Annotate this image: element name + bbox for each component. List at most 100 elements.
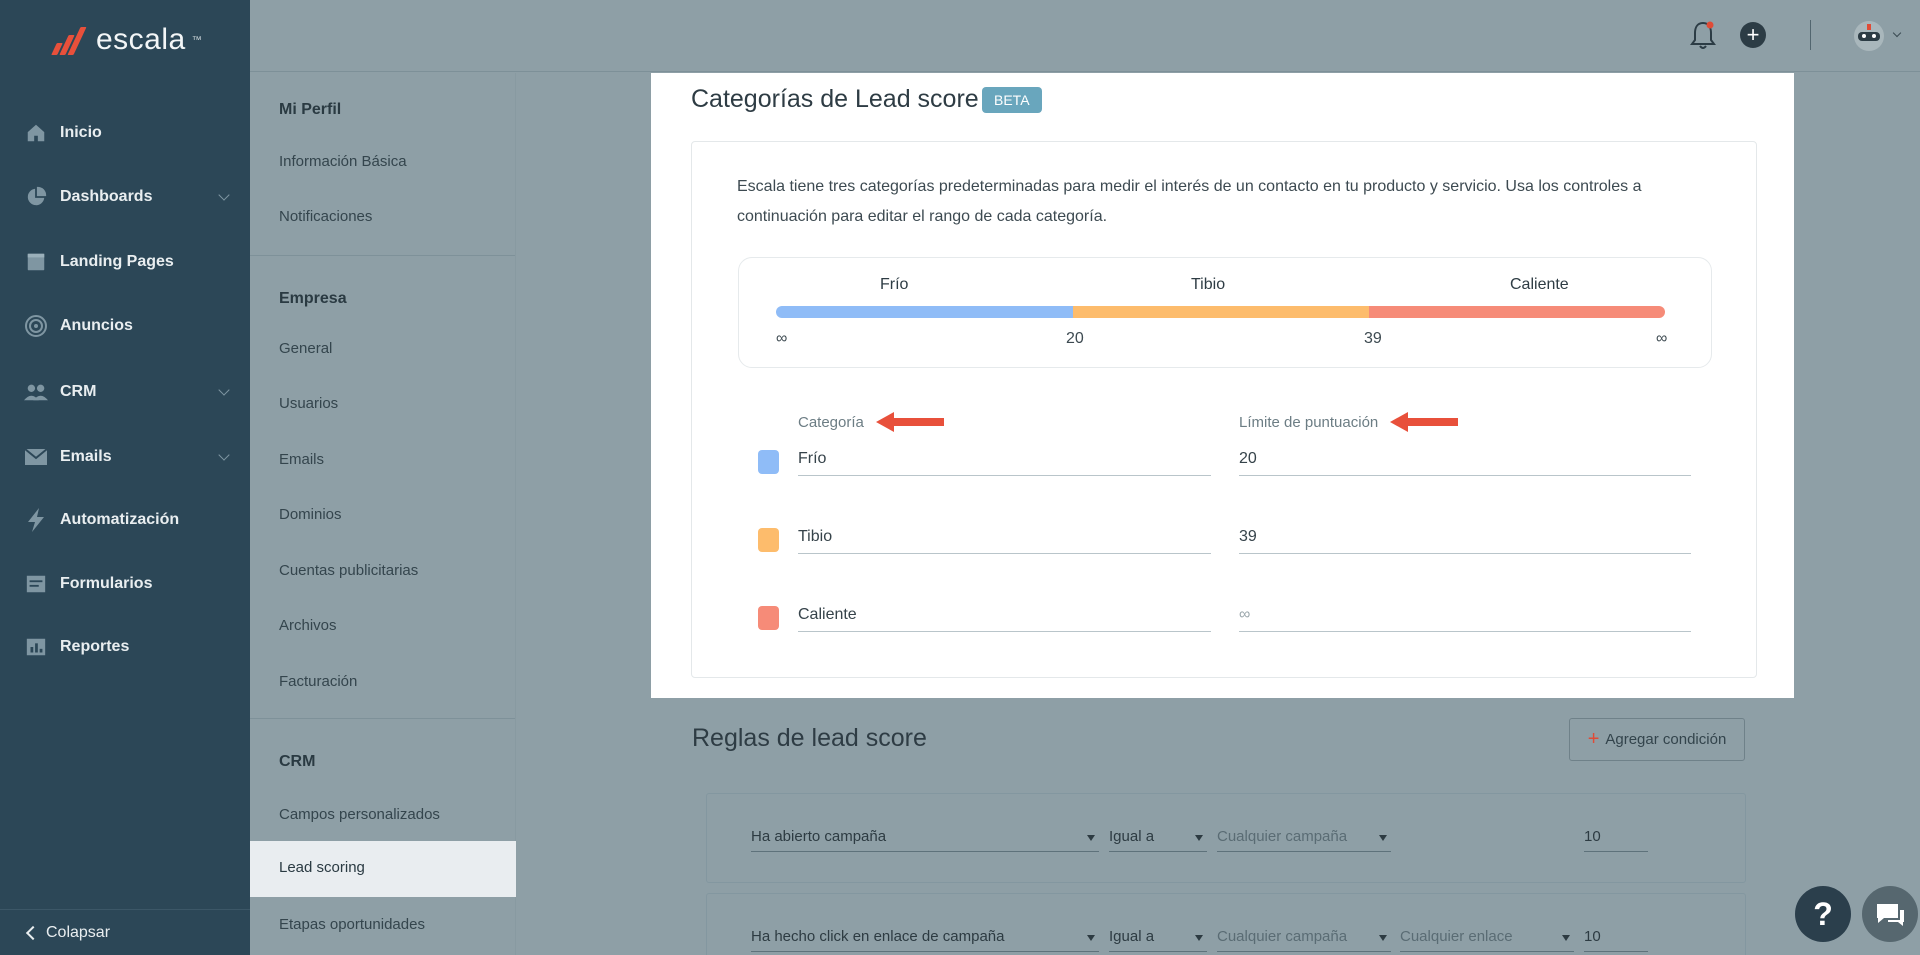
- home-icon: [24, 121, 48, 145]
- form-icon: [24, 572, 48, 596]
- add-condition-button[interactable]: + Agregar condición: [1569, 718, 1745, 761]
- color-swatch-tibio[interactable]: [758, 528, 779, 552]
- mail-icon: [24, 445, 48, 469]
- bell-icon[interactable]: [1690, 20, 1716, 50]
- logo-text: escala: [96, 23, 186, 56]
- range-tick-min: ∞: [776, 330, 788, 347]
- score-limit-input[interactable]: 20: [1239, 446, 1691, 476]
- subnav-item-etapas-oportunidades[interactable]: Etapas oportunidades: [279, 916, 425, 933]
- collapse-button[interactable]: Colapsar: [0, 909, 250, 955]
- chat-icon: [1877, 904, 1904, 926]
- score-limit-input: ∞: [1239, 602, 1691, 632]
- score-range-bar: Frío Tibio Caliente ∞ 20 39 ∞: [738, 257, 1712, 368]
- subnav-item-archivos[interactable]: Archivos: [279, 617, 337, 634]
- rule-event-select[interactable]: Ha hecho click en enlace de campaña: [751, 924, 1099, 952]
- nav-item-dashboards[interactable]: Dashboards: [0, 177, 250, 217]
- nav-item-formularios[interactable]: Formularios: [0, 564, 250, 604]
- chevron-down-icon: [218, 449, 230, 461]
- subnav-heading-mi-perfil: Mi Perfil: [279, 101, 342, 118]
- subnav-heading-empresa: Empresa: [279, 290, 347, 307]
- range-segment-caliente: [1369, 306, 1665, 318]
- nav-item-crm[interactable]: CRM: [0, 372, 250, 412]
- chat-button[interactable]: [1862, 886, 1918, 942]
- rule-points-input[interactable]: 10: [1584, 924, 1648, 952]
- rule-operator-select[interactable]: Igual a: [1109, 824, 1207, 852]
- top-bar: [250, 0, 1920, 72]
- subnav-item-lead-scoring[interactable]: Lead scoring: [250, 841, 516, 897]
- arrow-left-icon: [1390, 412, 1459, 432]
- caret-down-icon: [1562, 935, 1570, 941]
- range-segment-tibio: [1073, 306, 1369, 318]
- range-label-tibio: Tibio: [1191, 276, 1226, 293]
- caret-down-icon: [1379, 935, 1387, 941]
- subnav-item-notificaciones[interactable]: Notificaciones: [279, 208, 372, 225]
- users-icon: [24, 380, 48, 404]
- nav-item-emails[interactable]: Emails: [0, 437, 250, 477]
- rule-link-select[interactable]: Cualquier enlace: [1400, 924, 1574, 952]
- subnav-item-informacion-basica[interactable]: Información Básica: [279, 153, 407, 170]
- lead-score-categories-panel: Categorías de Lead score BETA Escala tie…: [651, 73, 1794, 698]
- panel-title: Categorías de Lead score: [691, 85, 979, 113]
- plus-icon: +: [1587, 728, 1600, 750]
- subnav-item-facturacion[interactable]: Facturación: [279, 673, 357, 690]
- subnav-item-usuarios[interactable]: Usuarios: [279, 395, 338, 412]
- color-swatch-frio[interactable]: [758, 450, 779, 474]
- caret-down-icon: [1195, 935, 1203, 941]
- categories-description: Escala tiene tres categorías predetermin…: [737, 178, 1642, 225]
- color-swatch-caliente[interactable]: [758, 606, 779, 630]
- nav-item-automatizacion[interactable]: Automatización: [0, 500, 250, 540]
- pie-chart-icon: [24, 185, 48, 209]
- caret-down-icon: [1087, 935, 1095, 941]
- caret-down-icon: [1087, 835, 1095, 841]
- caret-down-icon: [1379, 835, 1387, 841]
- chevron-left-icon: [25, 925, 41, 940]
- rule-row: Ha hecho click en enlace de campaña Igua…: [706, 893, 1746, 955]
- subnav-divider: [250, 255, 515, 256]
- subnav-item-cuentas-publicitarias[interactable]: Cuentas publicitarias: [279, 562, 418, 579]
- logo-mark-icon: [50, 25, 90, 55]
- category-name-input[interactable]: Caliente: [798, 602, 1211, 632]
- chevron-down-icon: [218, 384, 230, 396]
- bolt-icon: [24, 508, 48, 532]
- category-name-input[interactable]: Tibio: [798, 524, 1211, 554]
- subnav-divider: [250, 718, 515, 719]
- rule-campaign-select[interactable]: Cualquier campaña: [1217, 824, 1391, 852]
- category-name-input[interactable]: Frío: [798, 446, 1211, 476]
- range-tick-20: 20: [1066, 330, 1084, 347]
- target-icon: [24, 314, 48, 338]
- range-tick-39: 39: [1364, 330, 1382, 347]
- nav-item-reportes[interactable]: Reportes: [0, 627, 250, 667]
- rule-operator-select[interactable]: Igual a: [1109, 924, 1207, 952]
- rule-row: Ha abierto campaña Igual a Cualquier cam…: [706, 793, 1746, 883]
- rules-title: Reglas de lead score: [692, 724, 927, 752]
- help-button[interactable]: ?: [1795, 886, 1851, 942]
- subnav-item-campos-personalizados[interactable]: Campos personalizados: [279, 806, 440, 823]
- score-limit-input[interactable]: 39: [1239, 524, 1691, 554]
- range-label-frio: Frío: [880, 276, 909, 293]
- arrow-left-icon: [875, 412, 944, 432]
- category-column-header: Categoría: [798, 412, 944, 432]
- nav-item-anuncios[interactable]: Anuncios: [0, 306, 250, 346]
- rule-points-input[interactable]: 10: [1584, 824, 1648, 852]
- subnav-heading-crm: CRM: [279, 753, 316, 770]
- plus-circle-icon[interactable]: +: [1740, 22, 1766, 48]
- subnav-item-general[interactable]: General: [279, 340, 332, 357]
- nav-item-landing-pages[interactable]: Landing Pages: [0, 242, 250, 282]
- range-segments: [776, 306, 1665, 318]
- page-icon: [24, 250, 48, 274]
- subnav-item-emails[interactable]: Emails: [279, 451, 324, 468]
- settings-sidebar: Mi Perfil Información Básica Notificacio…: [250, 73, 516, 955]
- escala-logo[interactable]: escala ™: [50, 22, 202, 58]
- rule-campaign-select[interactable]: Cualquier campaña: [1217, 924, 1391, 952]
- caret-down-icon: [1195, 835, 1203, 841]
- nav-item-inicio[interactable]: Inicio: [0, 113, 250, 153]
- report-icon: [24, 635, 48, 659]
- rule-event-select[interactable]: Ha abierto campaña: [751, 824, 1099, 852]
- subnav-item-dominios[interactable]: Dominios: [279, 506, 342, 523]
- main-sidebar: escala ™ Inicio Dashboards Landing Pages …: [0, 0, 250, 955]
- range-label-caliente: Caliente: [1510, 276, 1569, 293]
- avatar-icon[interactable]: [1852, 20, 1886, 52]
- limit-column-header: Límite de puntuación: [1239, 412, 1459, 432]
- topbar-separator: [1810, 20, 1811, 50]
- beta-badge: BETA: [982, 87, 1042, 113]
